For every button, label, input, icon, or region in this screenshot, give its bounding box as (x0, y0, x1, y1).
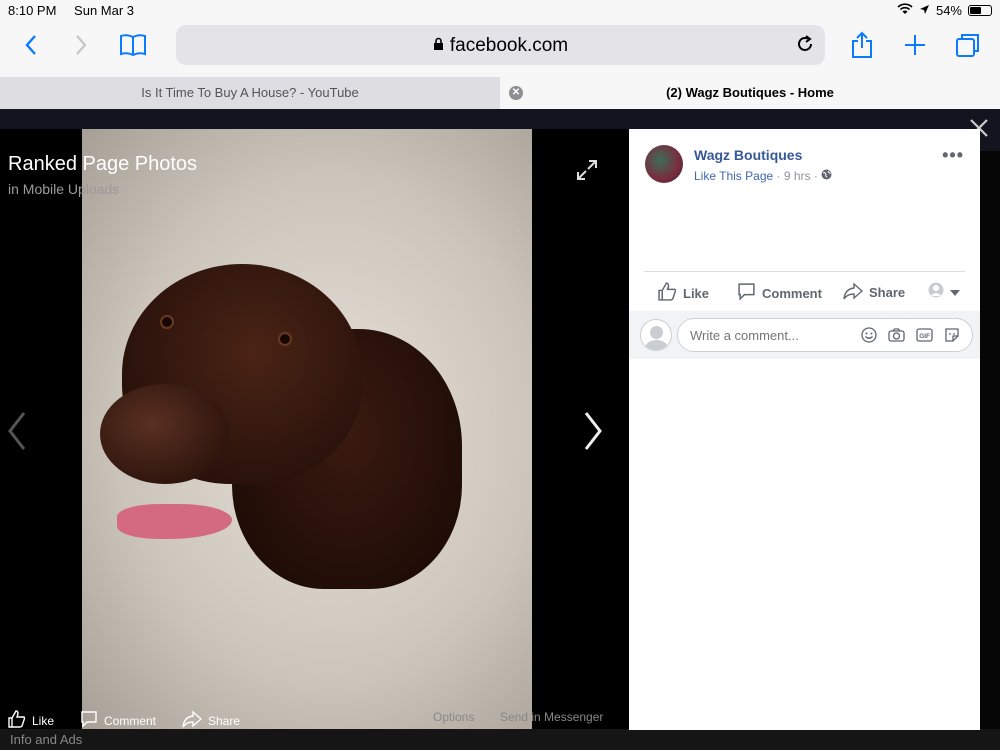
photo-like-button[interactable]: Like (8, 710, 54, 731)
back-icon[interactable] (14, 30, 48, 60)
post-meta: Like This Page · 9 hrs · (694, 169, 832, 183)
post-comment-button[interactable]: Comment (737, 282, 822, 304)
photo-options-label: Options (433, 710, 475, 724)
post-share-label: Share (869, 285, 906, 300)
page-name[interactable]: Wagz Boutiques (694, 147, 802, 163)
battery-percent: 54% (935, 3, 962, 18)
address-bar[interactable]: facebook.com (176, 25, 825, 65)
album-subtitle[interactable]: in Mobile Uploads (8, 181, 119, 197)
status-time: 8:10 PM (8, 3, 57, 18)
footer-strip: Info and Ads (0, 729, 1000, 750)
tab-facebook[interactable]: ✕ (2) Wagz Boutiques - Home (500, 77, 1000, 109)
wifi-icon (897, 3, 913, 18)
divider (644, 271, 965, 272)
share-arrow-icon (843, 282, 864, 303)
dog-eye-right (278, 332, 292, 346)
comment-icon (80, 710, 98, 731)
post-share-button[interactable]: Share (843, 282, 905, 303)
dog-tongue (117, 504, 232, 539)
comment-composer: GIF (629, 311, 980, 359)
info-and-ads-link[interactable]: Info and Ads (10, 732, 82, 747)
tab-title: Is It Time To Buy A House? - YouTube (141, 85, 359, 100)
post-like-label: Like (683, 285, 710, 301)
like-this-page-link[interactable]: Like This Page (694, 169, 773, 183)
camera-icon[interactable] (888, 327, 905, 348)
url-text: facebook.com (449, 35, 569, 56)
page-avatar[interactable] (645, 145, 683, 183)
share-icon[interactable] (845, 30, 879, 60)
photo-stage: Ranked Page Photos in Mobile Uploads Lik… (0, 129, 629, 730)
globe-icon (821, 169, 832, 183)
emoji-icon[interactable] (861, 327, 877, 348)
dog-snout (100, 384, 230, 484)
avatar-small-icon (928, 282, 944, 301)
post-action-row: Like Comment Share (644, 273, 965, 309)
send-in-messenger-label: Send in Messenger (500, 710, 604, 724)
photo-comment-button[interactable]: Comment (80, 710, 156, 731)
user-avatar (640, 319, 672, 351)
tab-youtube[interactable]: Is It Time To Buy A House? - YouTube (0, 77, 500, 109)
status-left: 8:10 PM Sun Mar 3 (8, 3, 148, 18)
reload-icon[interactable] (795, 34, 815, 59)
album-title[interactable]: Ranked Page Photos (8, 153, 197, 176)
dog-photo[interactable] (82, 129, 532, 730)
photo-action-bar: Like Comment Share Options Send in Messe… (0, 707, 629, 731)
status-bar: 8:10 PM Sun Mar 3 54% (0, 0, 1000, 20)
thumbs-up-icon (658, 282, 677, 304)
meta-separator: · (776, 169, 784, 183)
photo-comment-label: Comment (104, 713, 157, 728)
photo-like-label: Like (32, 713, 55, 728)
battery-level (970, 7, 981, 14)
send-in-messenger-link[interactable]: Send in Messenger (500, 710, 603, 724)
dog-eye-left (160, 315, 174, 329)
bookmarks-icon[interactable] (116, 30, 150, 60)
tab-title: (2) Wagz Boutiques - Home (666, 85, 834, 100)
post-sidebar: Wagz Boutiques Like This Page · 9 hrs · … (629, 129, 980, 730)
chevron-down-icon (950, 284, 960, 299)
forward-icon[interactable] (64, 30, 98, 60)
photo-viewer: Ranked Page Photos in Mobile Uploads Lik… (0, 109, 1000, 750)
photo-share-label: Share (208, 713, 241, 728)
battery-icon (968, 5, 992, 16)
browser-toolbar: facebook.com (0, 20, 1000, 77)
url-display: facebook.com (176, 35, 825, 57)
gif-icon[interactable]: GIF (916, 327, 933, 348)
post-like-button[interactable]: Like (658, 282, 709, 304)
next-photo-icon[interactable] (582, 409, 604, 458)
avatar-body-shape (645, 340, 668, 350)
sticker-icon[interactable] (944, 327, 960, 348)
thumbs-up-icon (8, 710, 26, 731)
post-comment-label: Comment (762, 285, 822, 301)
svg-text:GIF: GIF (919, 333, 930, 340)
more-options-icon[interactable]: ••• (942, 145, 964, 166)
photo-options-link[interactable]: Options (433, 710, 474, 724)
fullscreen-icon[interactable] (576, 159, 598, 186)
post-time[interactable]: 9 hrs (784, 169, 811, 183)
reaction-as-dropdown[interactable] (928, 282, 960, 301)
tab-bar: Is It Time To Buy A House? - YouTube ✕ (… (0, 77, 1000, 109)
share-arrow-icon (182, 710, 203, 731)
lock-icon (433, 35, 444, 57)
previous-photo-icon[interactable] (6, 409, 28, 458)
status-right: 54% (897, 3, 992, 18)
comment-icon (737, 282, 756, 304)
location-icon (919, 3, 930, 18)
close-tab-icon[interactable]: ✕ (509, 86, 523, 100)
new-tab-icon[interactable] (898, 30, 932, 60)
status-date: Sun Mar 3 (74, 3, 135, 18)
photo-share-button[interactable]: Share (182, 710, 240, 731)
tabs-overview-icon[interactable] (951, 30, 985, 60)
comment-tools: GIF (861, 327, 968, 348)
avatar-head-shape (650, 326, 663, 339)
